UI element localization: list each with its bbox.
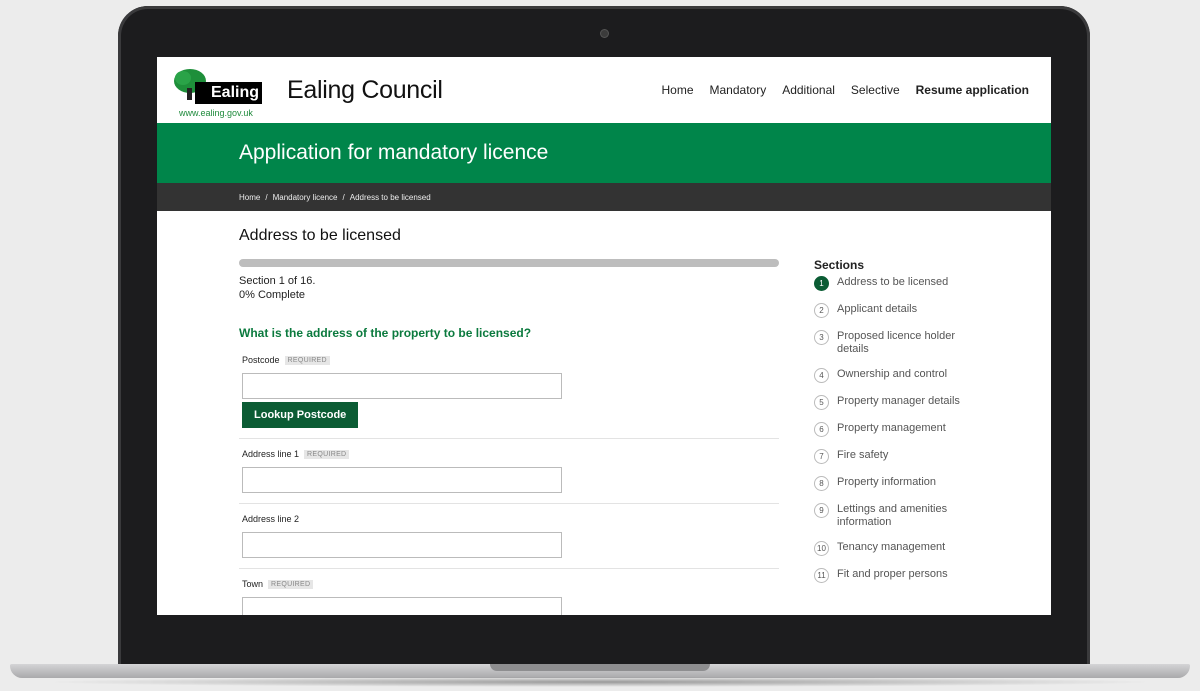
address-line-1-label-row: Address line 1 REQUIRED <box>242 449 779 459</box>
section-number: 2 <box>814 303 829 318</box>
sections-title: Sections <box>814 258 865 272</box>
breadcrumb-mandatory-licence[interactable]: Mandatory licence <box>273 193 338 202</box>
logo-url: www.ealing.gov.uk <box>179 108 253 118</box>
section-item-ownership[interactable]: 4 Ownership and control <box>814 368 974 383</box>
divider <box>239 568 779 569</box>
section-item-fit-proper[interactable]: 11 Fit and proper persons <box>814 568 974 583</box>
address-line-2-label: Address line 2 <box>242 514 300 524</box>
section-label: Fire safety <box>837 449 889 461</box>
divider <box>239 503 779 504</box>
webcam-icon <box>601 30 608 37</box>
laptop-shadow <box>40 677 1160 687</box>
browser-screen: Ealing www.ealing.gov.uk Ealing Council … <box>157 57 1051 615</box>
breadcrumb-home[interactable]: Home <box>239 193 260 202</box>
page-title: Application for mandatory licence <box>239 141 549 164</box>
section-number: 7 <box>814 449 829 464</box>
section-number: 11 <box>814 568 829 583</box>
address-line-2-input[interactable] <box>242 532 562 558</box>
section-label: Tenancy management <box>837 541 946 553</box>
ealing-logo[interactable]: Ealing www.ealing.gov.uk <box>173 62 267 118</box>
address-line-1-input[interactable] <box>242 467 562 493</box>
required-badge: REQUIRED <box>304 449 350 459</box>
section-item-lettings[interactable]: 9 Lettings and amenities information <box>814 503 974 529</box>
breadcrumb-separator: / <box>265 192 268 202</box>
section-label: Fit and proper persons <box>837 568 948 580</box>
section-item-property-manager[interactable]: 5 Property manager details <box>814 395 974 410</box>
breadcrumb-current: Address to be licensed <box>349 192 431 202</box>
town-label: Town <box>242 579 264 589</box>
progress-text: Section 1 of 16. 0% Complete <box>239 274 779 302</box>
address-line-1-field: Address line 1 REQUIRED <box>239 449 779 493</box>
section-item-property-information[interactable]: 8 Property information <box>814 476 974 491</box>
town-label-row: Town REQUIRED <box>242 579 779 589</box>
form-main: Address to be licensed Section 1 of 16. … <box>239 211 779 615</box>
section-item-licence-holder[interactable]: 3 Proposed licence holder details <box>814 330 974 356</box>
percent-complete: 0% Complete <box>239 289 306 301</box>
postcode-field: Postcode REQUIRED Lookup Postcode <box>239 355 779 428</box>
laptop-bezel <box>128 615 1080 665</box>
section-item-tenancy[interactable]: 10 Tenancy management <box>814 541 974 556</box>
section-label: Applicant details <box>837 303 918 315</box>
laptop-notch <box>490 664 710 671</box>
section-item-property-management[interactable]: 6 Property management <box>814 422 974 437</box>
postcode-label: Postcode <box>242 355 280 365</box>
section-label: Lettings and amenities information <box>837 503 948 528</box>
section-number: 3 <box>814 330 829 345</box>
nav-selective[interactable]: Selective <box>851 83 900 97</box>
nav-home[interactable]: Home <box>661 83 693 97</box>
section-item-address[interactable]: 1 Address to be licensed <box>814 276 974 291</box>
required-badge: REQUIRED <box>268 579 314 589</box>
section-item-applicant[interactable]: 2 Applicant details <box>814 303 974 318</box>
address-line-2-label-row: Address line 2 <box>242 514 779 524</box>
address-line-1-label: Address line 1 <box>242 449 300 459</box>
postcode-input[interactable] <box>242 373 562 399</box>
sections-sidebar: Sections 1 Address to be licensed 2 Appl… <box>814 258 974 615</box>
section-number: 6 <box>814 422 829 437</box>
section-label: Ownership and control <box>837 368 948 380</box>
section-number: 8 <box>814 476 829 491</box>
breadcrumb-separator: / <box>342 192 345 202</box>
nav-resume-application[interactable]: Resume application <box>916 83 1029 97</box>
section-heading: Address to be licensed <box>239 227 401 244</box>
section-count: Section 1 of 16. <box>239 275 316 287</box>
address-line-2-field: Address line 2 <box>239 514 779 558</box>
page-banner: Application for mandatory licence <box>157 123 1051 183</box>
section-number: 4 <box>814 368 829 383</box>
nav-mandatory[interactable]: Mandatory <box>710 83 767 97</box>
section-label: Proposed licence holder details <box>837 330 956 355</box>
section-number: 10 <box>814 541 829 556</box>
section-number: 1 <box>814 276 829 291</box>
section-label: Property management <box>837 422 946 434</box>
divider <box>239 438 779 439</box>
nav-additional[interactable]: Additional <box>782 83 835 97</box>
required-badge: REQUIRED <box>284 355 330 365</box>
section-item-fire-safety[interactable]: 7 Fire safety <box>814 449 974 464</box>
site-header: Ealing www.ealing.gov.uk Ealing Council … <box>157 57 1051 123</box>
section-number: 9 <box>814 503 829 518</box>
content-area: Address to be licensed Section 1 of 16. … <box>157 211 1051 615</box>
section-label: Property information <box>837 476 937 488</box>
site-title: Ealing Council <box>287 75 443 104</box>
postcode-label-row: Postcode REQUIRED <box>242 355 779 365</box>
lookup-postcode-button[interactable]: Lookup Postcode <box>242 402 359 428</box>
section-label: Address to be licensed <box>837 276 949 288</box>
progress-bar <box>239 259 779 267</box>
question-heading: What is the address of the property to b… <box>239 326 532 340</box>
town-field: Town REQUIRED <box>239 579 779 615</box>
town-input[interactable] <box>242 597 562 615</box>
logo-wordmark: Ealing <box>195 82 265 104</box>
main-nav: Home Mandatory Additional Selective Resu… <box>661 83 1029 97</box>
section-label: Property manager details <box>837 395 960 407</box>
section-number: 5 <box>814 395 829 410</box>
breadcrumb: Home / Mandatory licence / Address to be… <box>157 183 1051 211</box>
